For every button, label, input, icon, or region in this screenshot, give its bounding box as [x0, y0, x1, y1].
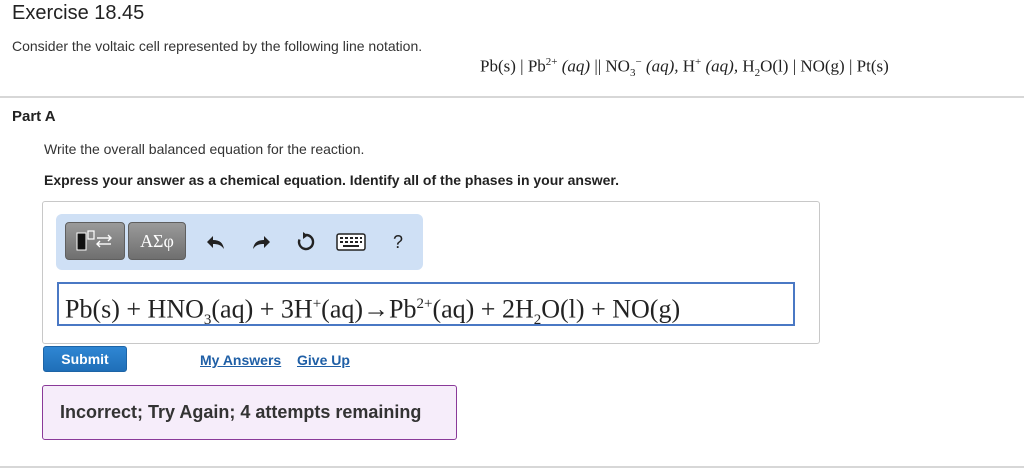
- divider-bottom: [0, 466, 1024, 468]
- notation-nitrate: NO: [605, 56, 630, 76]
- greek-symbols-button[interactable]: ΑΣφ: [128, 222, 186, 260]
- notation-salt-bridge: ||: [594, 56, 602, 76]
- give-up-link[interactable]: Give Up: [297, 352, 350, 368]
- redo-icon[interactable]: [249, 230, 273, 254]
- divider: [0, 96, 1024, 98]
- notation-hydrogen-ion: H: [682, 56, 696, 76]
- feedback-message: Incorrect; Try Again; 4 attempts remaini…: [42, 385, 457, 440]
- notation-water-h: H: [742, 56, 755, 76]
- submit-button[interactable]: Submit: [43, 346, 127, 372]
- cell-line-notation: Pb(s) | Pb2+ (aq) || NO3− (aq), H+ (aq),…: [480, 56, 889, 79]
- notation-no-gas: NO(g): [800, 56, 845, 76]
- reset-icon[interactable]: [294, 230, 318, 254]
- notation-nitrate-phase: (aq),: [645, 56, 679, 76]
- keyboard-icon[interactable]: [336, 232, 366, 252]
- templates-button[interactable]: [65, 222, 125, 260]
- notation-separator: |: [520, 56, 524, 76]
- answer-part-1: Pb(s) + HNO: [65, 294, 204, 324]
- notation-pb-phase: (aq): [561, 56, 591, 76]
- notation-hydrogen-phase: (aq),: [705, 56, 739, 76]
- answer-part-3: (aq)→Pb: [321, 294, 417, 324]
- notation-hydrogen-charge: +: [695, 56, 702, 68]
- answer-requirement-text: Express your answer as a chemical equati…: [44, 172, 619, 188]
- equation-input[interactable]: Pb(s) + HNO3(aq) + 3H+(aq)→Pb2+(aq) + 2H…: [57, 282, 795, 326]
- notation-pb-ion: Pb: [527, 56, 546, 76]
- templates-icon: [76, 230, 112, 251]
- notation-cathode: Pt(s): [856, 56, 889, 76]
- answer-charge-2: 2+: [416, 296, 433, 312]
- notation-separator-3: |: [848, 56, 853, 76]
- notation-nitrate-charge: −: [635, 56, 642, 68]
- my-answers-link[interactable]: My Answers: [200, 352, 281, 368]
- answer-part-4: (aq) + 2H: [432, 294, 534, 324]
- notation-water-o: O(l): [760, 56, 789, 76]
- instruction-text: Write the overall balanced equation for …: [44, 141, 365, 157]
- exercise-title: Exercise 18.45: [12, 2, 145, 24]
- part-a-heading: Part A: [12, 108, 56, 125]
- notation-pb-charge: 2+: [545, 56, 558, 68]
- help-icon[interactable]: ?: [386, 230, 410, 254]
- notation-anode: Pb(s): [480, 56, 516, 76]
- equation-toolbar: ΑΣφ ?: [56, 214, 423, 270]
- answer-charge-1: +: [312, 296, 322, 312]
- undo-icon[interactable]: [204, 230, 228, 254]
- notation-separator-2: |: [792, 56, 797, 76]
- intro-text: Consider the voltaic cell represented by…: [12, 38, 423, 54]
- answer-part-5: O(l) + NO(g): [541, 294, 681, 324]
- notation-nitrate-sub: 3: [629, 67, 636, 80]
- answer-part-2: (aq) + 3H: [211, 294, 313, 324]
